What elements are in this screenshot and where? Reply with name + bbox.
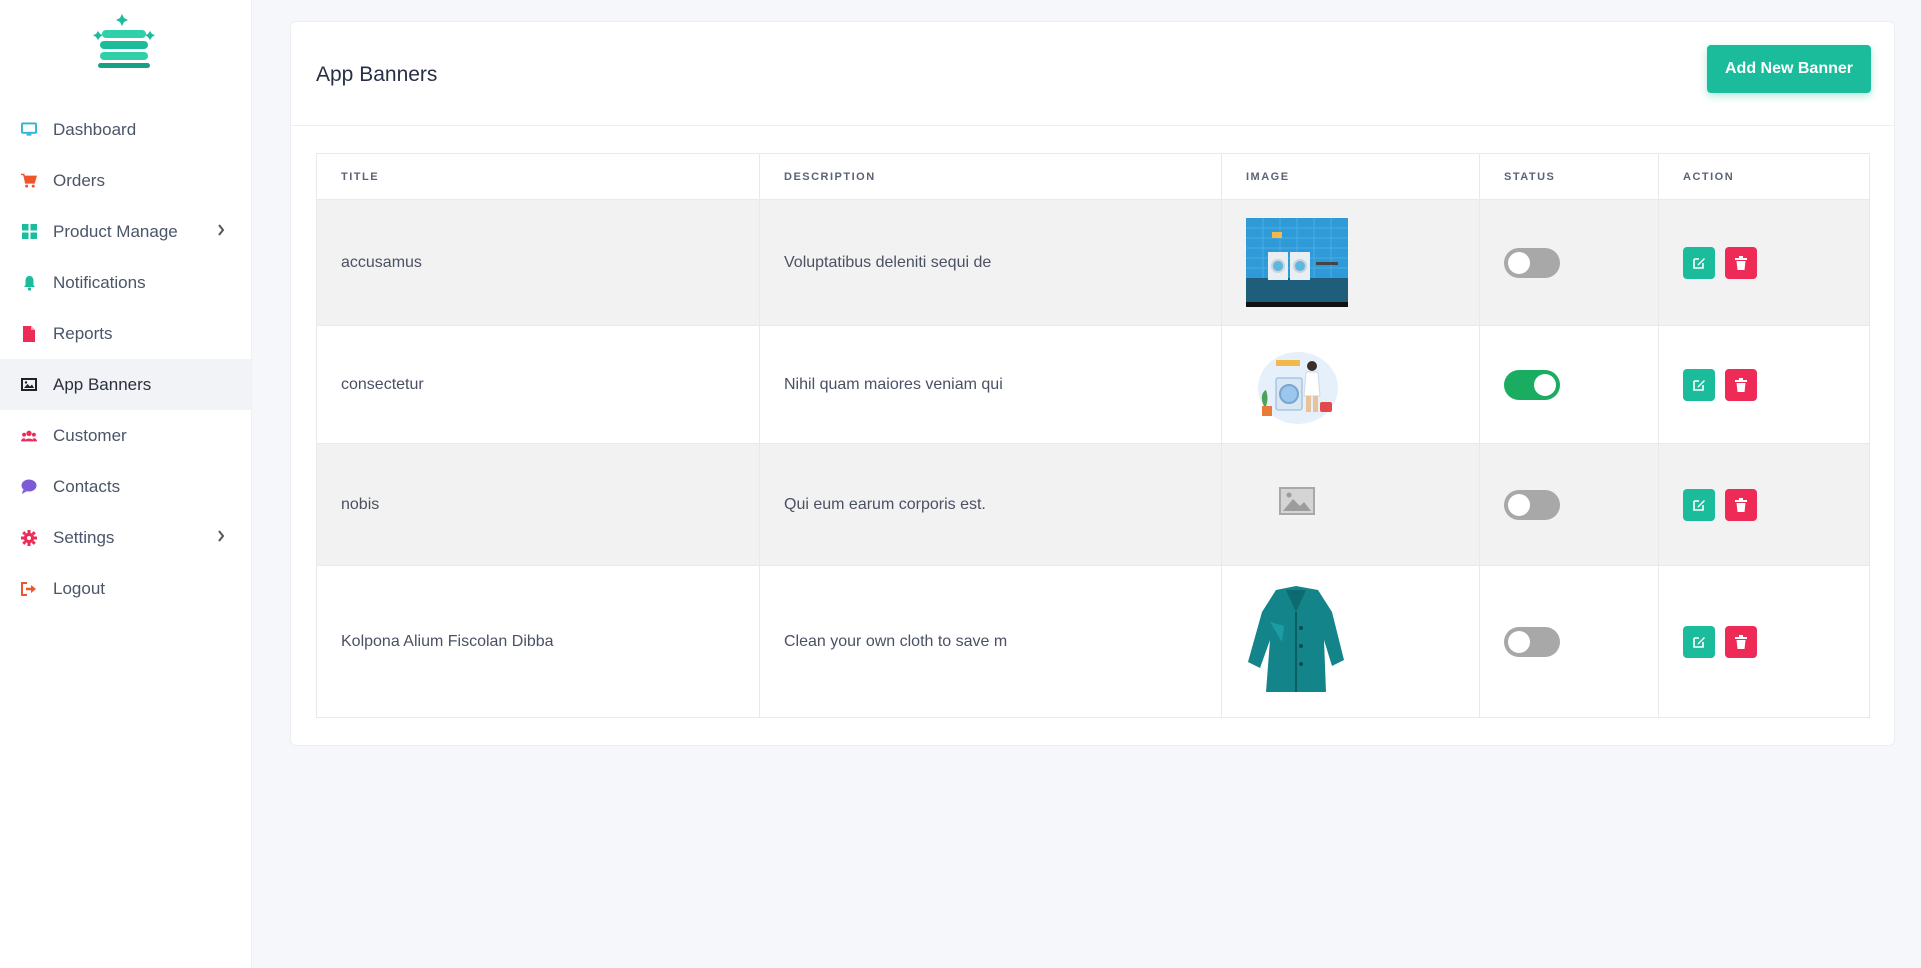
monitor-icon <box>21 122 37 138</box>
delete-button[interactable] <box>1725 625 1757 658</box>
sidebar-item-product-manage[interactable]: Product Manage <box>0 206 251 257</box>
sidebar-item-label: Product Manage <box>53 221 178 241</box>
delete-button[interactable] <box>1725 368 1757 401</box>
image-placeholder-icon <box>1279 487 1315 515</box>
bell-icon <box>21 275 37 291</box>
toggle-knob <box>1508 493 1530 516</box>
sidebar-item-dashboard[interactable]: Dashboard <box>0 104 251 155</box>
sidebar-item-label: Orders <box>53 170 105 190</box>
status-toggle[interactable] <box>1504 247 1560 278</box>
washing-illustration-image <box>1246 340 1348 429</box>
laundry-room-image <box>1246 218 1348 307</box>
sidebar-item-reports[interactable]: Reports <box>0 308 251 359</box>
logo-icon[interactable] <box>86 12 162 70</box>
table-header-row: TITLE DESCRIPTION IMAGE STATUS ACTION <box>316 153 1870 200</box>
toggle-knob <box>1508 251 1530 274</box>
delete-button[interactable] <box>1725 488 1757 521</box>
edit-button[interactable] <box>1683 488 1715 521</box>
sidebar-item-label: Notifications <box>53 272 146 292</box>
sidebar-item-logout[interactable]: Logout <box>0 563 251 614</box>
image-icon <box>21 377 37 393</box>
column-header-description: DESCRIPTION <box>759 153 1222 200</box>
page-title: App Banners <box>316 63 438 87</box>
delete-button[interactable] <box>1725 246 1757 279</box>
status-cell <box>1479 199 1659 326</box>
edit-button[interactable] <box>1683 246 1715 279</box>
banner-title: Kolpona Alium Fiscolan Dibba <box>316 565 760 718</box>
sidebar-item-label: Logout <box>53 578 105 598</box>
status-cell <box>1479 565 1659 718</box>
edit-icon <box>1693 379 1705 391</box>
chevron-right-icon <box>217 529 225 547</box>
status-toggle[interactable] <box>1504 369 1560 400</box>
banner-image-cell <box>1221 199 1480 326</box>
column-header-action: ACTION <box>1658 153 1870 200</box>
banners-card: App Banners Add New Banner TITLE DESCRIP… <box>290 21 1895 746</box>
edit-icon <box>1693 499 1705 511</box>
action-cell <box>1658 199 1870 326</box>
cart-icon <box>21 173 37 189</box>
status-cell <box>1479 325 1659 444</box>
banner-title: nobis <box>316 443 760 566</box>
action-cell <box>1658 443 1870 566</box>
trash-icon <box>1735 497 1747 512</box>
column-header-status: STATUS <box>1479 153 1659 200</box>
edit-icon <box>1693 257 1705 269</box>
table-row: nobis Qui eum earum corporis est. <box>316 443 1870 566</box>
banner-description: Voluptatibus deleniti sequi de <box>759 199 1222 326</box>
banner-title: accusamus <box>316 199 760 326</box>
banner-description: Nihil quam maiores veniam qui <box>759 325 1222 444</box>
banners-table: TITLE DESCRIPTION IMAGE STATUS ACTION ac… <box>316 153 1870 718</box>
trash-icon <box>1735 255 1747 270</box>
sidebar-nav: Dashboard Orders Product Manage Notifica… <box>0 104 251 614</box>
edit-button[interactable] <box>1683 368 1715 401</box>
trash-icon <box>1735 377 1747 392</box>
banner-title: consectetur <box>316 325 760 444</box>
card-header: App Banners Add New Banner <box>291 22 1894 126</box>
table-row: consectetur Nihil quam maiores veniam qu… <box>316 325 1870 444</box>
table-row: accusamus Voluptatibus deleniti sequi de <box>316 199 1870 326</box>
toggle-knob <box>1534 373 1556 396</box>
grid-icon <box>21 224 37 240</box>
users-icon <box>21 428 37 444</box>
status-cell <box>1479 443 1659 566</box>
sidebar-item-label: Dashboard <box>53 119 137 139</box>
sidebar-item-label: Reports <box>53 323 113 343</box>
table-row: Kolpona Alium Fiscolan Dibba Clean your … <box>316 565 1870 718</box>
cog-icon <box>21 529 37 546</box>
action-cell <box>1658 325 1870 444</box>
sidebar: Dashboard Orders Product Manage Notifica… <box>0 0 252 968</box>
sidebar-item-customer[interactable]: Customer <box>0 410 251 461</box>
sidebar-item-label: App Banners <box>53 374 152 394</box>
file-icon <box>21 325 37 342</box>
banner-image-cell <box>1221 325 1480 444</box>
chevron-right-icon <box>217 223 225 241</box>
banner-image-cell <box>1221 565 1480 718</box>
teal-jacket-image <box>1246 582 1348 696</box>
sidebar-item-orders[interactable]: Orders <box>0 155 251 206</box>
column-header-image: IMAGE <box>1221 153 1480 200</box>
logout-icon <box>21 581 37 597</box>
action-cell <box>1658 565 1870 718</box>
chat-icon <box>21 479 37 495</box>
trash-icon <box>1735 634 1747 649</box>
edit-button[interactable] <box>1683 625 1715 658</box>
banner-description: Clean your own cloth to save m <box>759 565 1222 718</box>
sidebar-item-label: Customer <box>53 425 127 445</box>
column-header-title: TITLE <box>316 153 760 200</box>
sidebar-item-app-banners[interactable]: App Banners <box>0 359 251 410</box>
sidebar-item-notifications[interactable]: Notifications <box>0 257 251 308</box>
sidebar-item-label: Contacts <box>53 476 121 496</box>
add-new-banner-button[interactable]: Add New Banner <box>1707 45 1871 93</box>
sidebar-item-label: Settings <box>53 527 115 547</box>
toggle-knob <box>1508 630 1530 653</box>
banner-description: Qui eum earum corporis est. <box>759 443 1222 566</box>
banner-image-cell <box>1221 443 1480 566</box>
edit-icon <box>1693 636 1705 648</box>
status-toggle[interactable] <box>1504 489 1560 520</box>
sidebar-item-settings[interactable]: Settings <box>0 512 251 563</box>
sidebar-item-contacts[interactable]: Contacts <box>0 461 251 512</box>
status-toggle[interactable] <box>1504 626 1560 657</box>
